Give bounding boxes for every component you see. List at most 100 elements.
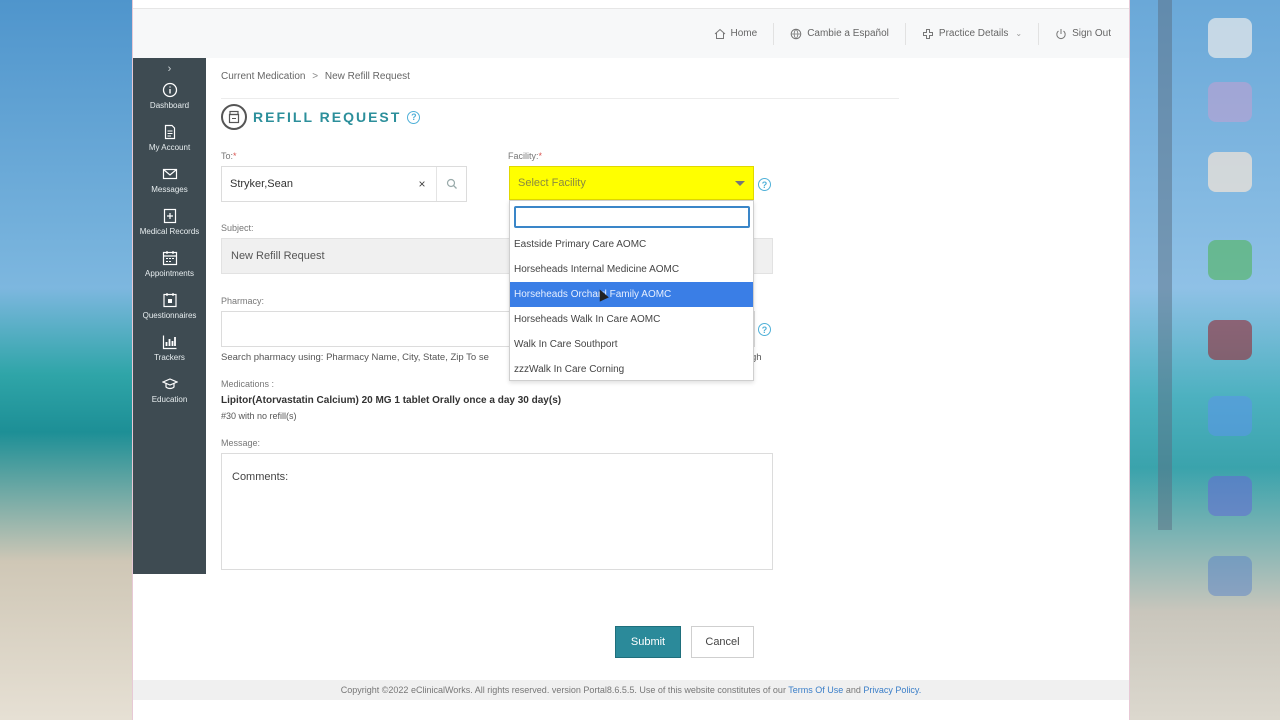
required-mark: * — [538, 151, 543, 161]
terms-link[interactable]: Terms Of Use — [788, 685, 843, 695]
message-label: Message: — [221, 438, 261, 448]
sidebar-item-label: Trackers — [154, 353, 185, 362]
globe-icon — [790, 28, 802, 39]
breadcrumb-parent[interactable]: Current Medication — [221, 71, 305, 82]
sidebar-item-label: My Account — [148, 143, 191, 152]
nav-language-label: Cambie a Español — [807, 28, 889, 39]
desktop-icon[interactable] — [1208, 18, 1252, 58]
nav-practice-label: Practice Details — [938, 28, 1009, 39]
search-button[interactable] — [436, 167, 466, 201]
medication-name: Lipitor(Atorvastatin Calcium) 20 MG 1 ta… — [221, 395, 562, 406]
sidebar-item-label: Messages — [151, 185, 188, 194]
caret-down-icon — [735, 180, 745, 186]
pharmacy-help-icon[interactable]: ? — [758, 323, 771, 336]
to-field[interactable]: Stryker,Sean × — [221, 166, 467, 202]
nav-sign-out[interactable]: Sign Out — [1039, 23, 1111, 45]
search-icon — [446, 178, 457, 189]
message-textarea[interactable]: Comments: — [221, 453, 773, 570]
desktop-icon[interactable] — [1208, 152, 1252, 192]
desktop-icon[interactable] — [1208, 396, 1252, 436]
nav-language[interactable]: Cambie a Español — [774, 22, 906, 45]
breadcrumb-current: New Refill Request — [324, 71, 410, 82]
sidebar-item-my-account[interactable]: My Account — [133, 120, 206, 162]
pharmacy-label: Pharmacy: — [221, 296, 265, 306]
questionnaire-icon — [162, 293, 177, 308]
sidebar-item-label: Appointments — [145, 269, 194, 278]
facility-label-text: Facility: — [508, 151, 539, 161]
cancel-button[interactable]: Cancel — [691, 626, 754, 658]
footer: Copyright ©2022 eClinicalWorks. All righ… — [133, 680, 1129, 700]
desktop-icon[interactable] — [1208, 82, 1252, 122]
sidebar-item-appointments[interactable]: Appointments — [133, 246, 206, 288]
top-navigation: Home Cambie a Español Practice Details ⌄… — [133, 8, 1129, 58]
sidebar-item-label: Questionnaires — [142, 311, 197, 320]
mail-icon — [162, 168, 177, 180]
submit-button[interactable]: Submit — [615, 626, 681, 658]
pharmacy-hint: Search pharmacy using: Pharmacy Name, Ci… — [221, 352, 489, 363]
sidebar-toggle[interactable]: › — [133, 58, 206, 78]
sidebar: › Dashboard My Account Messages Medical … — [133, 58, 206, 574]
facility-options-list: Eastside Primary Care AOMC Horseheads In… — [510, 232, 753, 382]
subject-label: Subject: — [221, 223, 254, 233]
facility-help-icon[interactable]: ? — [758, 178, 771, 191]
sidebar-item-trackers[interactable]: Trackers — [133, 330, 206, 372]
sidebar-item-education[interactable]: Education — [133, 372, 206, 414]
chevron-down-icon: ⌄ — [1015, 29, 1023, 38]
privacy-link[interactable]: Privacy Policy. — [863, 685, 921, 695]
clear-icon[interactable]: × — [408, 177, 436, 191]
plus-icon — [922, 28, 933, 39]
facility-option[interactable]: Horseheads Walk In Care AOMC — [510, 307, 753, 332]
facility-option-highlighted[interactable]: Horseheads Orchard Family AOMC — [510, 282, 753, 307]
nav-home[interactable]: Home — [698, 22, 775, 45]
facility-option[interactable]: Eastside Primary Care AOMC — [510, 232, 753, 257]
calendar-icon — [162, 251, 177, 266]
info-icon — [162, 82, 177, 98]
chart-icon — [162, 335, 176, 350]
to-label: To:* — [221, 151, 237, 161]
home-icon — [714, 28, 725, 39]
facility-label: Facility:* — [508, 151, 542, 161]
browser-window: Home Cambie a Español Practice Details ⌄… — [132, 0, 1130, 720]
document-icon — [164, 124, 175, 140]
nav-practice-details[interactable]: Practice Details ⌄ — [906, 22, 1040, 45]
sidebar-item-label: Education — [151, 395, 188, 404]
to-field-value: Stryker,Sean — [230, 178, 293, 190]
facility-option[interactable]: Walk In Care Southport — [510, 332, 753, 357]
sidebar-item-questionnaires[interactable]: Questionnaires — [133, 288, 206, 330]
facility-option[interactable]: Horseheads Internal Medicine AOMC — [510, 257, 753, 282]
graduation-cap-icon — [161, 378, 178, 390]
power-icon — [1056, 28, 1066, 39]
breadcrumb: Current Medication > New Refill Request — [221, 71, 899, 99]
records-icon — [163, 208, 176, 224]
to-label-text: To: — [221, 151, 234, 161]
window-scrollbar[interactable] — [1158, 0, 1172, 530]
page-title: REFILL REQUEST ? — [221, 104, 421, 130]
desktop-background-left — [0, 0, 132, 720]
facility-dropdown: Eastside Primary Care AOMC Horseheads In… — [509, 200, 754, 381]
desktop-icon[interactable] — [1208, 556, 1252, 596]
desktop-icon[interactable] — [1208, 240, 1252, 280]
page-title-text: REFILL REQUEST — [253, 109, 402, 125]
desktop-icon[interactable] — [1208, 320, 1252, 360]
sidebar-item-label: Medical Records — [139, 227, 200, 236]
facility-select[interactable]: Select Facility — [509, 166, 754, 200]
desktop-background-right — [1130, 0, 1280, 720]
medications-label: Medications : — [221, 379, 275, 389]
nav-signout-label: Sign Out — [1072, 28, 1111, 39]
breadcrumb-separator: > — [312, 71, 319, 82]
sidebar-item-medical-records[interactable]: Medical Records — [133, 204, 206, 246]
medication-quantity: #30 with no refill(s) — [221, 411, 297, 421]
sidebar-item-messages[interactable]: Messages — [133, 162, 206, 204]
facility-search-input[interactable] — [514, 206, 750, 228]
footer-text: Copyright ©2022 eClinicalWorks. All righ… — [340, 685, 786, 695]
pill-bottle-icon — [221, 104, 247, 130]
sidebar-item-label: Dashboard — [149, 101, 190, 110]
nav-home-label: Home — [730, 28, 758, 39]
footer-and: and — [845, 685, 861, 695]
help-icon[interactable]: ? — [407, 110, 421, 124]
facility-select-value: Select Facility — [518, 177, 586, 189]
required-mark: * — [233, 151, 237, 161]
desktop-icon[interactable] — [1208, 476, 1252, 516]
sidebar-item-dashboard[interactable]: Dashboard — [133, 78, 206, 120]
facility-option[interactable]: zzzWalk In Care Corning — [510, 357, 753, 382]
